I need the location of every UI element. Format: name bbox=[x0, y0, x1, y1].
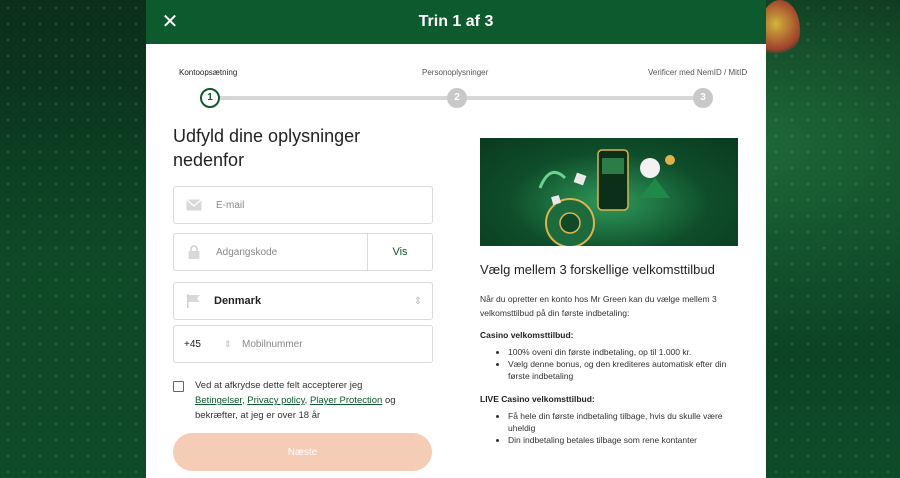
step-3-indicator: 3 bbox=[693, 88, 713, 108]
show-password-button[interactable]: Vis bbox=[367, 234, 432, 270]
step-2-label: Personoplysninger bbox=[422, 68, 489, 77]
list-item: 100% oveni din første indbetaling, op ti… bbox=[508, 346, 738, 358]
terms-checkbox[interactable] bbox=[173, 381, 184, 392]
promo-image bbox=[480, 138, 738, 246]
promo-intro: Når du opretter en konto hos Mr Green ka… bbox=[480, 294, 717, 318]
phone-prefix-select[interactable]: +45 bbox=[174, 339, 224, 350]
prefix-arrows-icon: ⇕ bbox=[224, 338, 232, 349]
select-arrows-icon: ⇕ bbox=[413, 295, 423, 307]
password-field[interactable]: Vis bbox=[173, 233, 433, 271]
signup-form: Udfyld dine oplysninger nedenfor Vis Den… bbox=[173, 124, 433, 471]
terms-text-after: bekræfter, at jeg er over 18 år bbox=[195, 410, 321, 421]
modal-header: ✕ Trin 1 af 3 bbox=[146, 0, 766, 44]
lock-icon bbox=[174, 245, 214, 259]
casino-offer-heading: Casino velkomsttilbud: bbox=[480, 330, 574, 340]
terms-consent: Ved at afkrydse dette felt accepterer je… bbox=[173, 378, 433, 423]
form-heading-line2: nedenfor bbox=[173, 150, 245, 170]
email-field[interactable] bbox=[173, 186, 433, 224]
terms-link[interactable]: Betingelser bbox=[195, 395, 242, 406]
terms-text-before: Ved at afkrydse dette felt accepterer je… bbox=[195, 380, 363, 391]
flag-icon bbox=[174, 294, 214, 308]
background-decoration bbox=[760, 0, 800, 60]
country-select[interactable]: Denmark ⇕ bbox=[173, 282, 433, 320]
progress-stepper: Kontoopsætning Personoplysninger Verific… bbox=[146, 44, 766, 122]
list-item: Din indbetaling betales tilbage som rene… bbox=[508, 434, 738, 446]
privacy-policy-link[interactable]: Privacy policy bbox=[247, 395, 304, 406]
terms-text-og: og bbox=[384, 395, 396, 406]
list-item: Få hele din første indbetaling tilbage, … bbox=[508, 410, 738, 434]
modal-title: Trin 1 af 3 bbox=[418, 13, 494, 30]
list-item: Vælg denne bonus, og den krediteres auto… bbox=[508, 358, 738, 382]
password-input[interactable] bbox=[214, 245, 367, 259]
step-1-indicator: 1 bbox=[200, 88, 220, 108]
step-2-indicator: 2 bbox=[447, 88, 467, 108]
email-input[interactable] bbox=[214, 198, 432, 212]
casino-offer-list: 100% oveni din første indbetaling, op ti… bbox=[480, 346, 738, 382]
country-value: Denmark bbox=[214, 295, 262, 307]
mail-icon bbox=[174, 199, 214, 211]
step-3-label: Verificer med NemID / MitID bbox=[648, 68, 748, 77]
next-button[interactable]: Næste bbox=[173, 433, 432, 471]
close-icon[interactable]: ✕ bbox=[158, 10, 182, 34]
signup-modal: ✕ Trin 1 af 3 Kontoopsætning Personoplys… bbox=[146, 0, 766, 478]
live-casino-offer-list: Få hele din første indbetaling tilbage, … bbox=[480, 410, 738, 446]
phone-input[interactable] bbox=[240, 337, 432, 351]
step-1-label: Kontoopsætning bbox=[179, 68, 238, 77]
live-casino-offer-heading: LIVE Casino velkomsttilbud: bbox=[480, 394, 595, 404]
form-heading-line1: Udfyld dine oplysninger bbox=[173, 126, 361, 146]
promo-title: Vælg mellem 3 forskellige velkomsttilbud bbox=[480, 262, 715, 277]
form-heading: Udfyld dine oplysninger nedenfor bbox=[173, 124, 433, 172]
phone-field[interactable]: +45 ⇕ bbox=[173, 325, 433, 363]
player-protection-link[interactable]: Player Protection bbox=[310, 395, 382, 406]
welcome-offers-panel: Vælg mellem 3 forskellige velkomsttilbud… bbox=[480, 138, 738, 458]
terms-text: Ved at afkrydse dette felt accepterer je… bbox=[195, 380, 396, 421]
